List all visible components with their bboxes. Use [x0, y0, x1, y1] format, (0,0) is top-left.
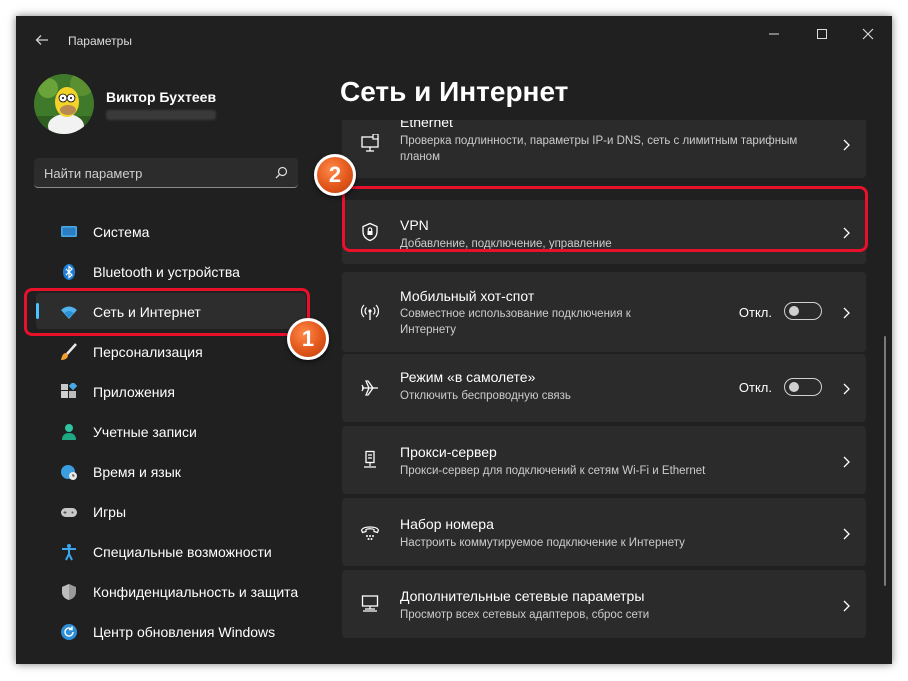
sidebar-item-label: Игры: [93, 504, 127, 520]
card-subtitle: Проверка подлинности, параметры IP-и DNS…: [400, 135, 798, 163]
sidebar-item-accessibility[interactable]: Специальные возможности: [32, 531, 312, 571]
card-title: Режим «в самолете»: [400, 369, 536, 385]
sidebar-item-windows-update[interactable]: Центр обновления Windows: [32, 611, 312, 651]
sidebar-item-label: Bluetooth и устройства: [93, 264, 240, 280]
network-adapter-icon: [360, 594, 380, 614]
globe-clock-icon: [60, 463, 78, 481]
sidebar-item-label: Специальные возможности: [93, 544, 272, 560]
monitor-icon: [60, 223, 78, 241]
sidebar-item-personalization[interactable]: Персонализация: [32, 331, 312, 371]
sidebar-nav: Система Bluetooth и устройства Сеть и Ин…: [32, 211, 312, 651]
chevron-right-icon: [840, 138, 852, 151]
annotation-highlight-vpn: [342, 186, 868, 252]
toggle-knob: [789, 306, 799, 316]
sidebar-item-label: Время и язык: [93, 464, 181, 480]
accessibility-icon: [60, 543, 78, 561]
shield-icon: [60, 583, 78, 601]
airplane-icon: [360, 378, 380, 398]
sidebar-item-accounts[interactable]: Учетные записи: [32, 411, 312, 451]
close-button[interactable]: [850, 22, 886, 46]
user-name: Виктор Бухтеев: [106, 89, 217, 105]
card-subtitle: Настроить коммутируемое подключение к Ин…: [400, 537, 685, 549]
settings-card-proxy[interactable]: Прокси-сервер Прокси-сервер для подключе…: [342, 426, 866, 494]
proxy-icon: [360, 450, 380, 470]
chevron-right-icon: [840, 306, 852, 319]
settings-card-airplane-mode[interactable]: Режим «в самолете» Отключить беспроводну…: [342, 354, 866, 422]
gamepad-icon: [60, 503, 78, 521]
card-subtitle: Просмотр всех сетевых адаптеров, сброс с…: [400, 609, 650, 621]
card-subtitle: Прокси-сервер для подключений к сетям Wi…: [400, 465, 706, 477]
chevron-right-icon: [840, 382, 852, 395]
sidebar-item-apps[interactable]: Приложения: [32, 371, 312, 411]
card-title: Прокси-сервер: [400, 444, 497, 460]
annotation-badge-2: 2: [314, 154, 356, 196]
settings-card-dial-up[interactable]: Набор номера Настроить коммутируемое под…: [342, 498, 866, 566]
hotspot-icon: [360, 302, 380, 322]
chevron-right-icon: [840, 527, 852, 540]
toggle-state-label: Откл.: [738, 305, 772, 320]
person-icon: [60, 423, 78, 441]
app-title: Параметры: [68, 34, 132, 48]
card-subtitle: Совместное использование подключения к И…: [400, 308, 631, 336]
annotation-highlight-network: [24, 288, 310, 336]
card-title: Ethernet: [400, 120, 453, 130]
card-title: Дополнительные сетевые параметры: [400, 588, 645, 604]
sidebar-item-label: Приложения: [93, 384, 175, 400]
sidebar-item-label: Система: [93, 224, 150, 240]
sidebar-item-label: Учетные записи: [93, 424, 197, 440]
minimize-button[interactable]: [756, 22, 792, 46]
card-title: Мобильный хот-спот: [400, 288, 535, 304]
maximize-button[interactable]: [804, 22, 840, 46]
sidebar-item-privacy[interactable]: Конфиденциальность и защита: [32, 571, 312, 611]
chevron-right-icon: [840, 599, 852, 612]
scrollbar[interactable]: [884, 336, 886, 586]
sidebar-item-gaming[interactable]: Игры: [32, 491, 312, 531]
bluetooth-icon: [60, 263, 78, 281]
toggle-state-label: Откл.: [738, 380, 772, 395]
annotation-badge-1: 1: [287, 318, 329, 360]
airplane-mode-toggle[interactable]: [784, 378, 822, 396]
toggle-knob: [789, 382, 799, 392]
apps-icon: [60, 381, 78, 401]
user-email-blurred: [106, 110, 216, 120]
sidebar-item-label: Конфиденциальность и защита: [93, 584, 299, 600]
back-arrow-icon[interactable]: [34, 32, 50, 48]
settings-card-mobile-hotspot[interactable]: Мобильный хот-спот Совместное использова…: [342, 272, 866, 352]
search-icon[interactable]: [275, 166, 288, 184]
sidebar-item-bluetooth[interactable]: Bluetooth и устройства: [32, 251, 312, 291]
sidebar-item-label: Центр обновления Windows: [93, 624, 276, 640]
sidebar-item-time-language[interactable]: Время и язык: [32, 451, 312, 491]
dialup-icon: [360, 522, 380, 542]
card-subtitle: Отключить беспроводную связь: [400, 390, 571, 402]
settings-card-advanced-network[interactable]: Дополнительные сетевые параметры Просмот…: [342, 570, 866, 638]
sidebar-item-system[interactable]: Система: [32, 211, 312, 251]
search-input[interactable]: Найти параметр: [44, 166, 142, 181]
sidebar-item-label: Персонализация: [93, 344, 203, 360]
search-box[interactable]: Найти параметр: [34, 158, 298, 188]
settings-window: Параметры Виктор Бухтеев Найти параметр: [16, 16, 892, 664]
update-icon: [60, 623, 78, 641]
chevron-right-icon: [840, 455, 852, 468]
avatar[interactable]: [34, 74, 94, 134]
hotspot-toggle[interactable]: [784, 302, 822, 320]
card-title: Набор номера: [400, 516, 494, 532]
page-title: Сеть и Интернет: [340, 76, 569, 107]
brush-icon: [60, 343, 78, 361]
ethernet-icon: [360, 133, 380, 154]
settings-card-ethernet[interactable]: Ethernet Проверка подлинности, параметры…: [342, 120, 866, 178]
